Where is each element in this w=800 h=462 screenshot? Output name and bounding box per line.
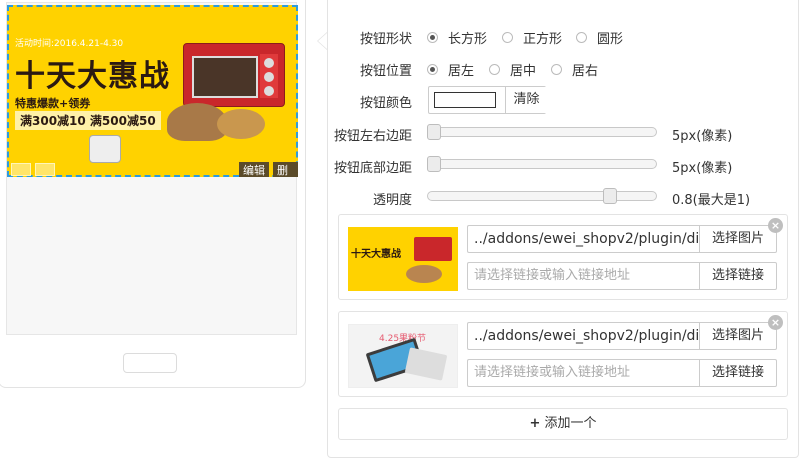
banner-title: 十天大惠战	[15, 59, 170, 94]
banner-promo: 满300减10 满500减50	[15, 111, 161, 130]
thumb-title: 十天大惠战	[351, 249, 401, 260]
toaster-image	[89, 135, 121, 163]
oven-image	[183, 43, 285, 107]
color-swatch[interactable]	[434, 92, 496, 108]
radio-dot	[551, 64, 562, 75]
radio-dot	[427, 64, 438, 75]
delete-button[interactable]: 删除	[273, 162, 298, 177]
radio-dot	[489, 64, 500, 75]
radio-shape-rect[interactable]: 长方形	[427, 28, 487, 47]
radio-position-right[interactable]: 居右	[551, 60, 598, 79]
left-margin-label: 按钮左右边距	[333, 129, 412, 144]
add-label: 添加一个	[544, 416, 597, 431]
radio-dot	[576, 32, 587, 43]
slider-thumb[interactable]	[603, 188, 617, 204]
bread-image	[217, 109, 265, 139]
left-margin-slider[interactable]	[427, 124, 657, 140]
slider-thumb[interactable]	[427, 124, 441, 140]
radio-label: 居左	[448, 64, 475, 79]
image-item: 十天大惠战 ../addons/ewei_shopv2/plugin/diy/ …	[338, 214, 788, 300]
banner-date: 活动时间:2016.4.21-4.30	[15, 39, 124, 49]
radio-position-center[interactable]: 居中	[489, 60, 536, 79]
link-input[interactable]: 请选择链接或输入链接地址	[467, 359, 699, 387]
slider-thumb[interactable]	[427, 156, 441, 172]
opacity-value: 0.8(最大是1)	[672, 193, 751, 208]
bottom-margin-slider[interactable]	[427, 156, 657, 172]
image-path-input[interactable]: ../addons/ewei_shopv2/plugin/diy/	[467, 225, 699, 253]
tablet-image	[404, 347, 448, 381]
color-picker: 清除	[428, 86, 547, 114]
select-link-button[interactable]: 选择链接	[699, 262, 777, 290]
radio-shape-square[interactable]: 正方形	[502, 28, 562, 47]
image-path-input[interactable]: ../addons/ewei_shopv2/plugin/diy/	[467, 322, 699, 350]
plus-icon: +	[529, 416, 541, 431]
edit-button[interactable]: 编辑	[239, 162, 269, 177]
bread-image	[406, 265, 442, 283]
close-icon[interactable]: ×	[768, 315, 783, 330]
close-icon[interactable]: ×	[768, 218, 783, 233]
radio-dot	[427, 32, 438, 43]
radio-label: 长方形	[448, 32, 488, 47]
indicator-dot[interactable]	[35, 163, 55, 176]
item-thumbnail: 4.25果粉节	[348, 324, 458, 388]
select-link-button[interactable]: 选择链接	[699, 359, 777, 387]
image-item: 4.25果粉节 ../addons/ewei_shopv2/plugin/diy…	[338, 311, 788, 397]
indicator-dot[interactable]	[11, 163, 31, 176]
color-label: 按钮颜色	[359, 96, 412, 111]
link-input[interactable]: 请选择链接或输入链接地址	[467, 262, 699, 290]
bottom-margin-value: 5px(像素)	[672, 161, 733, 176]
radio-position-left[interactable]: 居左	[427, 60, 474, 79]
shape-label: 按钮形状	[359, 32, 412, 47]
phone-home-button	[123, 353, 177, 373]
radio-label: 居右	[572, 64, 599, 79]
radio-label: 居中	[510, 64, 537, 79]
radio-label: 正方形	[523, 32, 563, 47]
left-margin-value: 5px(像素)	[672, 129, 733, 144]
select-image-button[interactable]: 选择图片	[699, 225, 777, 253]
radio-label: 圆形	[597, 32, 624, 47]
banner-preview[interactable]: 活动时间:2016.4.21-4.30 十天大惠战 特惠爆款+领券 满300减1…	[7, 5, 298, 177]
add-item-button[interactable]: + 添加一个	[338, 408, 788, 440]
radio-dot	[502, 32, 513, 43]
select-image-button[interactable]: 选择图片	[699, 322, 777, 350]
position-label: 按钮位置	[359, 64, 412, 79]
bottom-margin-label: 按钮底部边距	[333, 161, 412, 176]
opacity-label: 透明度	[372, 193, 412, 208]
banner-subtitle: 特惠爆款+领券	[15, 97, 91, 110]
radio-shape-circle[interactable]: 圆形	[576, 28, 623, 47]
oven-image	[414, 237, 452, 261]
opacity-slider[interactable]	[427, 188, 657, 204]
clear-color-button[interactable]: 清除	[505, 87, 547, 113]
item-thumbnail: 十天大惠战	[348, 227, 458, 291]
